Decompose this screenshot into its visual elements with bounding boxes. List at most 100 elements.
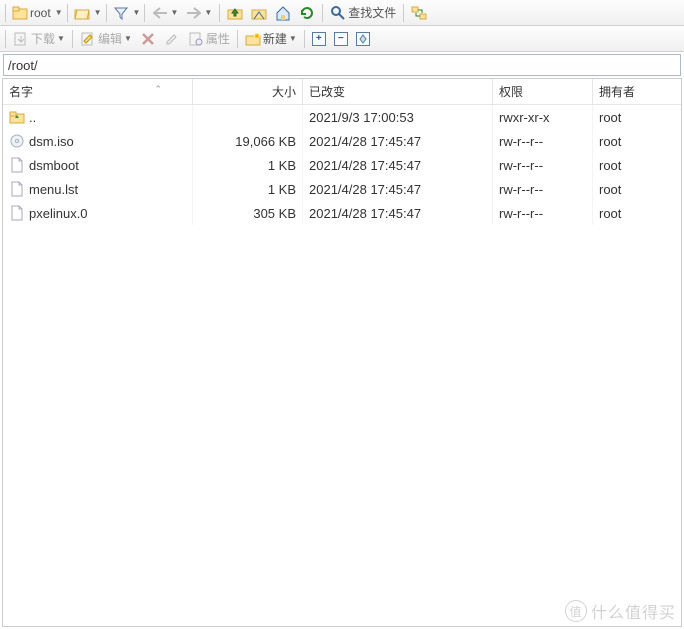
cell-owner: root [593, 201, 682, 225]
chevron-down-icon[interactable]: ▼ [133, 8, 141, 17]
folder-dropdown[interactable]: root [10, 4, 53, 22]
arrow-left-icon [152, 5, 168, 21]
filter-button[interactable] [111, 4, 131, 22]
file-icon [9, 181, 25, 197]
toolbar-2: 下载 ▼ 编辑 ▼ 属性 新建 ▼ + − [0, 26, 684, 52]
properties-button[interactable]: 属性 [185, 29, 233, 48]
edit-label: 编辑 [98, 30, 122, 47]
properties-label: 属性 [206, 30, 230, 47]
folder-up-icon [9, 109, 25, 125]
col-header-changed[interactable]: 已改变 [303, 79, 493, 105]
nav-forward-button[interactable]: ▼ [183, 4, 215, 22]
new-folder-icon [245, 31, 261, 47]
chevron-down-icon[interactable]: ▼ [55, 8, 63, 17]
disc-icon [9, 133, 25, 149]
address-bar[interactable]: /root/ [3, 54, 681, 76]
separator [304, 30, 305, 48]
table-row[interactable]: dsmboot [3, 153, 193, 177]
cell-rights: rw-r--r-- [493, 153, 593, 177]
cell-rights: rw-r--r-- [493, 177, 593, 201]
cell-owner: root [593, 129, 682, 153]
download-icon [13, 31, 29, 47]
col-header-name[interactable]: 名字⌃ [3, 79, 193, 105]
cell-size [193, 105, 303, 129]
cell-changed: 2021/4/28 17:45:47 [303, 153, 493, 177]
cell-owner: root [593, 153, 682, 177]
home-button[interactable] [272, 4, 294, 22]
open-folder-button[interactable] [72, 4, 92, 22]
pencil-icon [164, 31, 180, 47]
find-label: 查找文件 [348, 4, 396, 21]
home-icon [275, 5, 291, 21]
up-dir-button[interactable] [224, 4, 246, 22]
separator [403, 4, 404, 22]
search-icon [330, 5, 346, 21]
arrow-right-icon [186, 5, 202, 21]
separator [237, 30, 238, 48]
sort-asc-icon: ⌃ [154, 84, 162, 95]
separator [219, 4, 220, 22]
cell-owner: root [593, 177, 682, 201]
toolbar-1: root ▼ ▼ ▼ ▼ ▼ 查找文件 [0, 0, 684, 26]
delete-icon [140, 31, 156, 47]
download-button[interactable]: 下载 ▼ [10, 29, 68, 48]
edit-file-button[interactable] [161, 30, 183, 48]
plus-icon: + [312, 32, 326, 46]
root-dir-button[interactable] [248, 4, 270, 22]
cell-changed: 2021/4/28 17:45:47 [303, 129, 493, 153]
folder-root-icon [251, 5, 267, 21]
watermark-logo-icon: 值 [565, 600, 587, 622]
cell-changed: 2021/4/28 17:45:47 [303, 177, 493, 201]
new-button[interactable]: 新建 ▼ [242, 29, 300, 48]
col-header-size[interactable]: 大小 [193, 79, 303, 105]
folder-icon [12, 5, 28, 21]
col-header-rights[interactable]: 权限 [493, 79, 593, 105]
bookmark-icon [356, 32, 370, 46]
cell-rights: rwxr-xr-x [493, 105, 593, 129]
separator [322, 4, 323, 22]
sync-button[interactable] [408, 4, 430, 22]
separator [5, 4, 6, 22]
cell-size: 1 KB [193, 177, 303, 201]
cell-size: 1 KB [193, 153, 303, 177]
table-row[interactable]: .. [3, 105, 193, 129]
folder-label: root [30, 6, 51, 20]
cell-changed: 2021/9/3 17:00:53 [303, 105, 493, 129]
collapse-button[interactable]: − [331, 31, 351, 47]
minus-icon: − [334, 32, 348, 46]
cell-size: 305 KB [193, 201, 303, 225]
delete-button[interactable] [137, 30, 159, 48]
cell-owner: root [593, 105, 682, 129]
watermark-text: 什么值得买 [591, 599, 676, 623]
bookmark-button[interactable] [353, 31, 373, 47]
refresh-icon [299, 5, 315, 21]
separator [5, 30, 6, 48]
find-files-button[interactable]: 查找文件 [327, 3, 399, 22]
cell-size: 19,066 KB [193, 129, 303, 153]
table-row[interactable]: menu.lst [3, 177, 193, 201]
separator [67, 4, 68, 22]
table-row[interactable]: pxelinux.0 [3, 201, 193, 225]
table-row[interactable]: dsm.iso [3, 129, 193, 153]
edit-button[interactable]: 编辑 ▼ [77, 29, 135, 48]
edit-icon [80, 31, 96, 47]
expand-button[interactable]: + [309, 31, 329, 47]
new-label: 新建 [263, 30, 287, 47]
file-icon [9, 205, 25, 221]
cell-rights: rw-r--r-- [493, 129, 593, 153]
chevron-down-icon[interactable]: ▼ [94, 8, 102, 17]
cell-rights: rw-r--r-- [493, 201, 593, 225]
filter-icon [113, 5, 129, 21]
nav-back-button[interactable]: ▼ [149, 4, 181, 22]
file-list: 名字⌃ 大小 已改变 权限 拥有者 .. 2021/9/3 17:00:53 r… [2, 78, 682, 627]
folder-up-icon [227, 5, 243, 21]
file-icon [9, 157, 25, 173]
col-header-owner[interactable]: 拥有者 [593, 79, 682, 105]
properties-icon [188, 31, 204, 47]
separator [72, 30, 73, 48]
refresh-button[interactable] [296, 4, 318, 22]
folder-open-icon [74, 5, 90, 21]
watermark: 值 什么值得买 [565, 599, 676, 623]
cell-changed: 2021/4/28 17:45:47 [303, 201, 493, 225]
sync-icon [411, 5, 427, 21]
